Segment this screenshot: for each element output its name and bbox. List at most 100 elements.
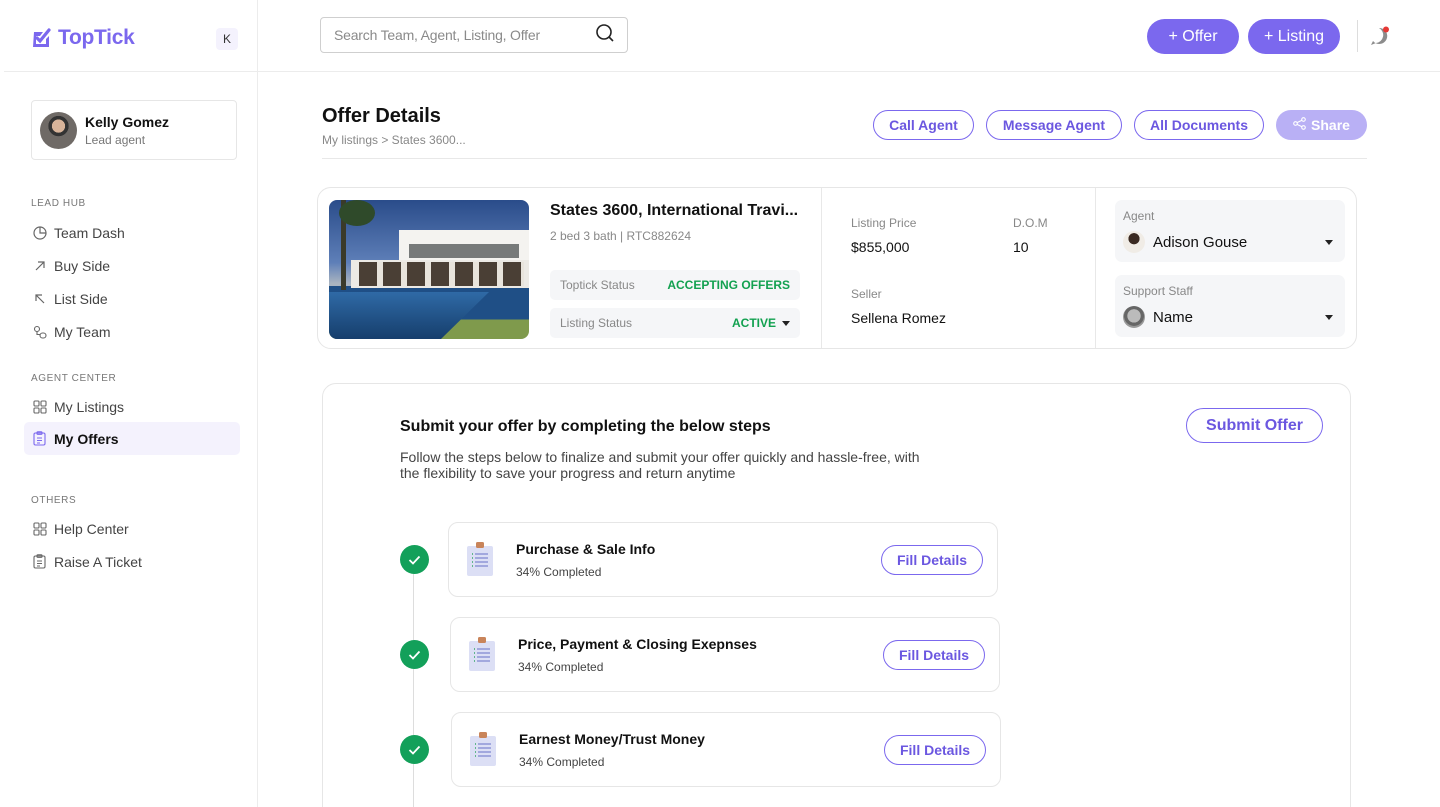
collapse-sidebar-button[interactable]: K [216, 28, 238, 50]
clipboard-document-icon [467, 636, 497, 677]
pie-chart-icon [32, 225, 47, 240]
listing-price-label: Listing Price [851, 216, 916, 230]
add-offer-button[interactable]: + Offer [1147, 19, 1239, 54]
agent-select[interactable]: Agent Adison Gouse [1115, 200, 1345, 262]
step-progress: 34% Completed [519, 755, 604, 769]
grid-icon [32, 399, 47, 414]
arrow-up-left-icon [32, 291, 47, 306]
clipboard-icon [32, 431, 47, 446]
dom-value: 10 [1013, 239, 1029, 255]
sidebar-item-label: Raise A Ticket [54, 554, 142, 570]
step-progress: 34% Completed [518, 660, 603, 674]
listing-photo[interactable] [329, 200, 529, 339]
page-title: Offer Details [322, 105, 441, 128]
step-complete-check-icon [400, 735, 429, 764]
sidebar-item-team-dash[interactable]: Team Dash [24, 216, 240, 249]
listing-card: States 3600, International Travi... 2 be… [317, 187, 1357, 349]
steps-title: Submit your offer by completing the belo… [400, 418, 771, 436]
dom-label: D.O.M [1013, 216, 1048, 230]
sidebar-item-buy-side[interactable]: Buy Side [24, 249, 240, 282]
arrow-up-right-icon [32, 258, 47, 273]
team-icon [32, 324, 47, 339]
clipboard-document-icon [468, 731, 498, 772]
agent-label: Agent [1123, 209, 1154, 223]
card-divider [1095, 188, 1096, 348]
sidebar: TopTick K Kelly Gomez Lead agent LEAD HU… [0, 0, 258, 807]
card-divider [821, 188, 822, 348]
share-icon [1293, 117, 1306, 133]
chevron-down-icon [782, 321, 790, 326]
sidebar-item-label: Help Center [54, 521, 129, 537]
fill-details-button[interactable]: Fill Details [883, 640, 985, 670]
chat-notification-icon[interactable] [1369, 26, 1391, 53]
logo-text: TopTick [58, 26, 134, 50]
sidebar-item-help-center[interactable]: Help Center [24, 512, 240, 545]
listing-price-value: $855,000 [851, 239, 909, 255]
chevron-down-icon [1325, 315, 1333, 320]
call-agent-button[interactable]: Call Agent [873, 110, 974, 140]
collapse-icon: K [223, 32, 231, 46]
header-divider [4, 71, 1440, 72]
sidebar-item-label: List Side [54, 291, 108, 307]
all-documents-button[interactable]: All Documents [1134, 110, 1264, 140]
sidebar-item-list-side[interactable]: List Side [24, 282, 240, 315]
breadcrumb[interactable]: My listings > States 3600... [322, 133, 466, 147]
user-profile-card[interactable]: Kelly Gomez Lead agent [31, 100, 237, 160]
agent-avatar [1123, 231, 1145, 253]
fill-details-button[interactable]: Fill Details [884, 735, 986, 765]
share-label: Share [1311, 117, 1350, 133]
sidebar-item-raise-ticket[interactable]: Raise A Ticket [24, 545, 240, 578]
search-bar[interactable] [320, 17, 628, 53]
step-complete-check-icon [400, 640, 429, 669]
section-label-agent-center: AGENT CENTER [31, 373, 116, 384]
toptick-status-row: Toptick Status ACCEPTING OFFERS [550, 270, 800, 300]
listing-title: States 3600, International Travi... [550, 202, 800, 220]
sidebar-item-label: My Offers [54, 431, 119, 447]
agent-value: Adison Gouse [1153, 234, 1247, 251]
add-listing-button[interactable]: + Listing [1248, 19, 1340, 54]
step-card-purchase-sale: Purchase & Sale Info 34% Completed Fill … [448, 522, 998, 597]
sidebar-item-my-team[interactable]: My Team [24, 315, 240, 348]
sidebar-item-my-listings[interactable]: My Listings [24, 390, 240, 423]
user-role: Lead agent [85, 133, 169, 147]
support-staff-avatar [1123, 306, 1145, 328]
sidebar-item-label: My Listings [54, 399, 124, 415]
title-divider [322, 158, 1367, 159]
seller-value: Sellena Romez [851, 310, 946, 326]
listing-status-value: ACTIVE [732, 316, 776, 330]
palm-tree [341, 200, 346, 290]
step-card-earnest-money: Earnest Money/Trust Money 34% Completed … [451, 712, 1001, 787]
sidebar-item-label: Team Dash [54, 225, 125, 241]
house-glass [409, 244, 519, 258]
step-progress: 34% Completed [516, 565, 601, 579]
chevron-down-icon [1325, 240, 1333, 245]
fill-details-button[interactable]: Fill Details [881, 545, 983, 575]
logo[interactable]: TopTick [31, 26, 134, 50]
timeline-line [413, 560, 414, 807]
search-input[interactable] [334, 27, 595, 43]
clipboard-document-icon [465, 541, 495, 582]
grid-icon [32, 521, 47, 536]
topbar-divider [1357, 20, 1358, 52]
seller-label: Seller [851, 287, 882, 301]
step-title: Price, Payment & Closing Exepnses [518, 636, 757, 652]
logo-icon [31, 28, 52, 48]
sidebar-item-my-offers[interactable]: My Offers [24, 422, 240, 455]
submit-offer-button[interactable]: Submit Offer [1186, 408, 1323, 443]
step-complete-check-icon [400, 545, 429, 574]
support-staff-value: Name [1153, 309, 1193, 326]
message-agent-button[interactable]: Message Agent [986, 110, 1122, 140]
share-button[interactable]: Share [1276, 110, 1367, 140]
listing-status-label: Listing Status [560, 316, 632, 330]
clipboard-icon [32, 554, 47, 569]
sidebar-item-label: My Team [54, 324, 111, 340]
listing-subtitle: 2 bed 3 bath | RTC882624 [550, 229, 691, 243]
toptick-status-value: ACCEPTING OFFERS [667, 278, 790, 292]
sidebar-item-label: Buy Side [54, 258, 110, 274]
support-staff-select[interactable]: Support Staff Name [1115, 275, 1345, 337]
listing-status-dropdown[interactable]: Listing Status ACTIVE [550, 308, 800, 338]
house-windows [359, 262, 524, 286]
search-icon[interactable] [595, 23, 615, 48]
user-name: Kelly Gomez [85, 114, 169, 130]
step-card-price-payment: Price, Payment & Closing Exepnses 34% Co… [450, 617, 1000, 692]
